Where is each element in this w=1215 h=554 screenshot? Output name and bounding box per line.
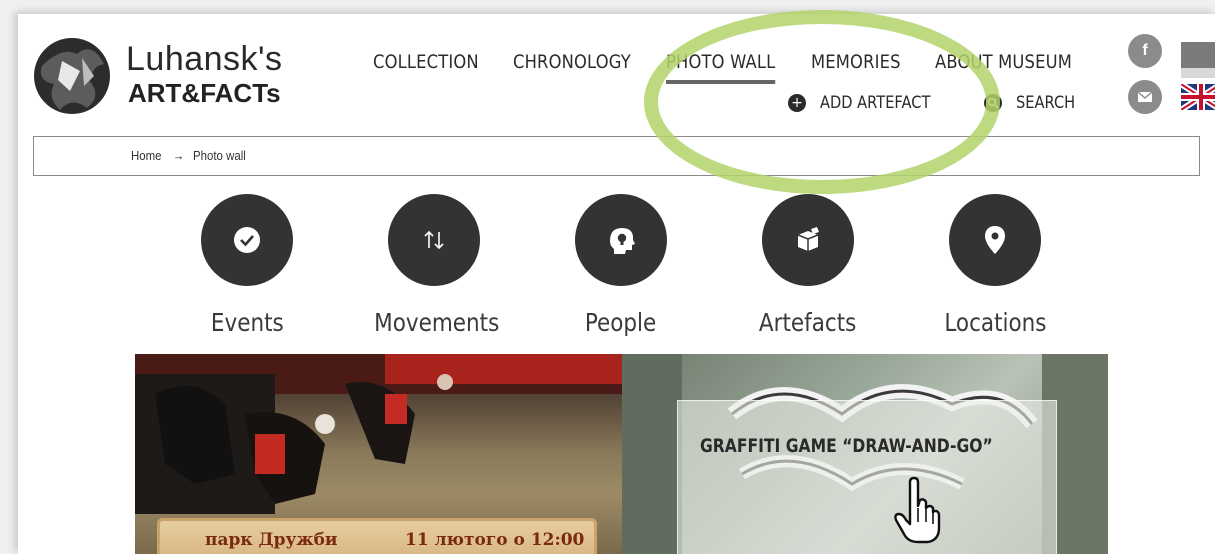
category-artefacts-label: Artefacts	[759, 308, 857, 337]
event-banner: парк Дружби 11 лютого о 12:00	[157, 518, 597, 554]
head-lightbulb-icon	[610, 228, 635, 254]
breadcrumb-home[interactable]: Home	[131, 148, 162, 163]
category-movements-label: Movements	[374, 308, 500, 337]
breadcrumb-current: Photo wall	[193, 148, 246, 163]
nav-memories[interactable]: MEMORIES	[811, 51, 901, 73]
search-link[interactable]: SEARCH	[984, 93, 1085, 113]
category-people-circle[interactable]	[575, 194, 667, 286]
facebook-icon[interactable]: f	[1128, 34, 1162, 68]
page: Luhansk's ART&FACTs COLLECTION CHRONOLOG…	[18, 10, 1215, 554]
category-locations[interactable]: Locations	[925, 194, 1065, 337]
add-artefact-label: ADD ARTEFACT	[820, 93, 931, 113]
add-artefact-link[interactable]: + ADD ARTEFACT	[788, 93, 948, 113]
category-movements-circle[interactable]	[388, 194, 480, 286]
category-people[interactable]: People	[551, 194, 691, 337]
uk-flag-icon[interactable]	[1181, 84, 1215, 110]
category-artefacts[interactable]: Artefacts	[738, 194, 878, 337]
category-artefacts-circle[interactable]	[762, 194, 854, 286]
up-down-arrows-icon	[424, 230, 444, 250]
map-pin-icon	[985, 226, 1005, 254]
search-icon	[984, 94, 1002, 112]
category-locations-circle[interactable]	[949, 194, 1041, 286]
nav-about-museum[interactable]: ABOUT MUSEUM	[935, 51, 1072, 73]
check-icon	[234, 227, 260, 253]
category-events-label: Events	[210, 308, 284, 337]
nav-photo-wall[interactable]: PHOTO WALL	[666, 51, 776, 84]
event-date: 11 лютого о 12:00	[405, 530, 585, 550]
brand-title[interactable]: Luhansk's	[126, 42, 283, 76]
photo-tile-graffiti[interactable]: GRAFFITI GAME “DRAW-AND-GO”	[622, 354, 1108, 554]
search-label: SEARCH	[1016, 93, 1076, 113]
logo-icon[interactable]	[32, 36, 112, 116]
breadcrumb: Home → Photo wall	[33, 136, 1200, 176]
envelope-icon	[1137, 91, 1153, 102]
brand-subtitle[interactable]: ART&FACTs	[128, 80, 281, 106]
event-place: парк Дружби	[205, 530, 338, 550]
graffiti-card[interactable]: GRAFFITI GAME “DRAW-AND-GO”	[677, 400, 1057, 554]
breadcrumb-separator: →	[173, 148, 185, 163]
box-icon	[797, 227, 819, 251]
plus-icon: +	[788, 94, 806, 112]
graffiti-title[interactable]: GRAFFITI GAME “DRAW-AND-GO”	[700, 435, 993, 457]
nav-collection[interactable]: COLLECTION	[373, 51, 479, 73]
category-movements[interactable]: Movements	[364, 194, 504, 337]
nav-chronology[interactable]: CHRONOLOGY	[513, 51, 631, 73]
language-flag-grey[interactable]	[1181, 42, 1215, 78]
category-events-circle[interactable]	[201, 194, 293, 286]
category-events[interactable]: Events	[177, 194, 317, 337]
email-icon[interactable]	[1128, 80, 1162, 114]
hand-cursor-icon	[894, 476, 941, 544]
photo-tile-park[interactable]: парк Дружби 11 лютого о 12:00	[135, 354, 622, 554]
category-locations-label: Locations	[943, 308, 1047, 337]
category-people-label: People	[585, 308, 657, 337]
